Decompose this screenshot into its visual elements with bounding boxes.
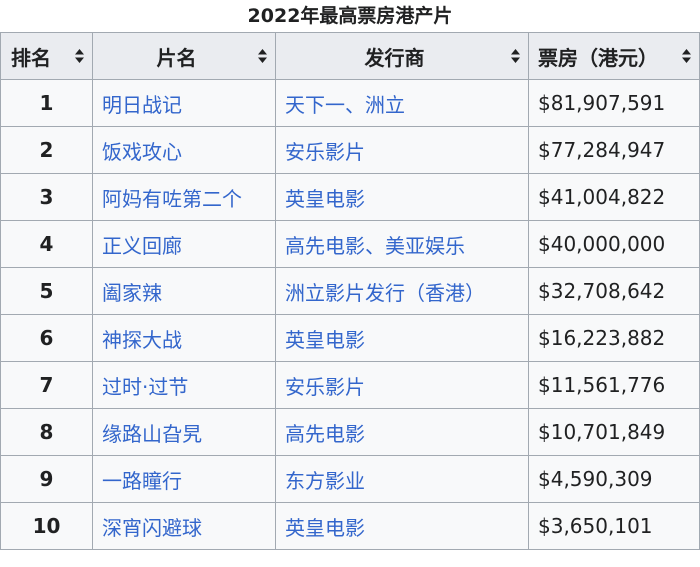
distributor-link[interactable]: 高先电影 xyxy=(285,422,365,446)
film-title-link[interactable]: 神探大战 xyxy=(102,328,182,352)
rank-cell: 3 xyxy=(0,173,93,221)
table-row: 4 正义回廊 高先电影、美亚娱乐 $40,000,000 xyxy=(0,220,700,268)
distributor-link[interactable]: 高先电影、美亚娱乐 xyxy=(285,234,465,258)
distributor-link[interactable]: 英皇电影 xyxy=(285,187,365,211)
distributor-cell: 高先电影、美亚娱乐 xyxy=(275,220,529,268)
rank-cell: 9 xyxy=(0,455,93,503)
film-title-link[interactable]: 正义回廊 xyxy=(102,234,182,258)
rank-cell: 2 xyxy=(0,126,93,174)
film-title-link[interactable]: 深宵闪避球 xyxy=(102,516,202,540)
title-cell: 阿妈有咗第二个 xyxy=(92,173,276,221)
distributor-link[interactable]: 安乐影片 xyxy=(285,375,365,399)
table-row: 5 阖家辣 洲立影片发行（香港） $32,708,642 xyxy=(0,267,700,315)
column-header-title[interactable]: 片名 xyxy=(92,32,276,80)
title-cell: 正义回廊 xyxy=(92,220,276,268)
title-cell: 明日战记 xyxy=(92,79,276,127)
title-cell: 阖家辣 xyxy=(92,267,276,315)
table-row: 7 过时·过节 安乐影片 $11,561,776 xyxy=(0,361,700,409)
film-title-link[interactable]: 阿妈有咗第二个 xyxy=(102,187,242,211)
distributor-cell: 洲立影片发行（香港） xyxy=(275,267,529,315)
column-header-label: 发行商 xyxy=(364,45,425,70)
table-row: 3 阿妈有咗第二个 英皇电影 $41,004,822 xyxy=(0,173,700,221)
rank-cell: 4 xyxy=(0,220,93,268)
distributor-cell: 英皇电影 xyxy=(275,502,529,550)
distributor-cell: 高先电影 xyxy=(275,408,529,456)
sort-icon[interactable] xyxy=(682,49,691,63)
distributor-cell: 天下一、洲立 xyxy=(275,79,529,127)
gross-cell: $4,590,309 xyxy=(528,455,700,503)
title-cell: 深宵闪避球 xyxy=(92,502,276,550)
column-header-label: 排名 xyxy=(11,45,51,70)
film-title-link[interactable]: 饭戏攻心 xyxy=(102,140,182,164)
gross-cell: $32,708,642 xyxy=(528,267,700,315)
distributor-link[interactable]: 英皇电影 xyxy=(285,516,365,540)
distributor-cell: 安乐影片 xyxy=(275,361,529,409)
table-row: 2 饭戏攻心 安乐影片 $77,284,947 xyxy=(0,126,700,174)
header-row: 排名 片名 发行商 票房（港元） xyxy=(0,32,700,80)
table-row: 9 一路瞳行 东方影业 $4,590,309 xyxy=(0,455,700,503)
gross-cell: $77,284,947 xyxy=(528,126,700,174)
table-row: 1 明日战记 天下一、洲立 $81,907,591 xyxy=(0,79,700,127)
table-caption: 2022年最高票房港产片 xyxy=(247,5,453,27)
sort-icon[interactable] xyxy=(75,49,84,63)
rank-cell: 8 xyxy=(0,408,93,456)
gross-cell: $3,650,101 xyxy=(528,502,700,550)
gross-cell: $41,004,822 xyxy=(528,173,700,221)
gross-cell: $10,701,849 xyxy=(528,408,700,456)
column-header-distributor[interactable]: 发行商 xyxy=(275,32,529,80)
rank-cell: 6 xyxy=(0,314,93,362)
title-cell: 神探大战 xyxy=(92,314,276,362)
distributor-link[interactable]: 天下一、洲立 xyxy=(285,93,405,117)
column-header-label: 票房（港元） xyxy=(538,45,658,70)
film-title-link[interactable]: 一路瞳行 xyxy=(102,469,182,493)
table-row: 6 神探大战 英皇电影 $16,223,882 xyxy=(0,314,700,362)
column-header-label: 片名 xyxy=(156,45,197,70)
distributor-link[interactable]: 英皇电影 xyxy=(285,328,365,352)
column-header-rank[interactable]: 排名 xyxy=(0,32,93,80)
rank-cell: 5 xyxy=(0,267,93,315)
rank-cell: 7 xyxy=(0,361,93,409)
film-title-link[interactable]: 缘路山旮旯 xyxy=(102,422,202,446)
gross-cell: $81,907,591 xyxy=(528,79,700,127)
rank-cell: 1 xyxy=(0,79,93,127)
gross-cell: $11,561,776 xyxy=(528,361,700,409)
title-cell: 饭戏攻心 xyxy=(92,126,276,174)
title-cell: 缘路山旮旯 xyxy=(92,408,276,456)
table-row: 10 深宵闪避球 英皇电影 $3,650,101 xyxy=(0,502,700,550)
gross-cell: $40,000,000 xyxy=(528,220,700,268)
rank-cell: 10 xyxy=(0,502,93,550)
distributor-cell: 英皇电影 xyxy=(275,173,529,221)
table-row: 8 缘路山旮旯 高先电影 $10,701,849 xyxy=(0,408,700,456)
film-title-link[interactable]: 阖家辣 xyxy=(102,281,162,305)
sort-icon[interactable] xyxy=(258,49,267,63)
sort-icon[interactable] xyxy=(511,49,520,63)
distributor-cell: 英皇电影 xyxy=(275,314,529,362)
title-cell: 过时·过节 xyxy=(92,361,276,409)
distributor-cell: 安乐影片 xyxy=(275,126,529,174)
distributor-cell: 东方影业 xyxy=(275,455,529,503)
box-office-table: 排名 片名 发行商 票房（港元） 1 明日战记 天下一、洲立 $81,907,5… xyxy=(0,32,700,550)
film-title-link[interactable]: 明日战记 xyxy=(102,93,182,117)
column-header-gross[interactable]: 票房（港元） xyxy=(528,32,700,80)
film-title-link[interactable]: 过时·过节 xyxy=(102,375,188,399)
distributor-link[interactable]: 东方影业 xyxy=(285,469,365,493)
gross-cell: $16,223,882 xyxy=(528,314,700,362)
distributor-link[interactable]: 安乐影片 xyxy=(285,140,365,164)
title-cell: 一路瞳行 xyxy=(92,455,276,503)
distributor-link[interactable]: 洲立影片发行（香港） xyxy=(285,281,485,305)
